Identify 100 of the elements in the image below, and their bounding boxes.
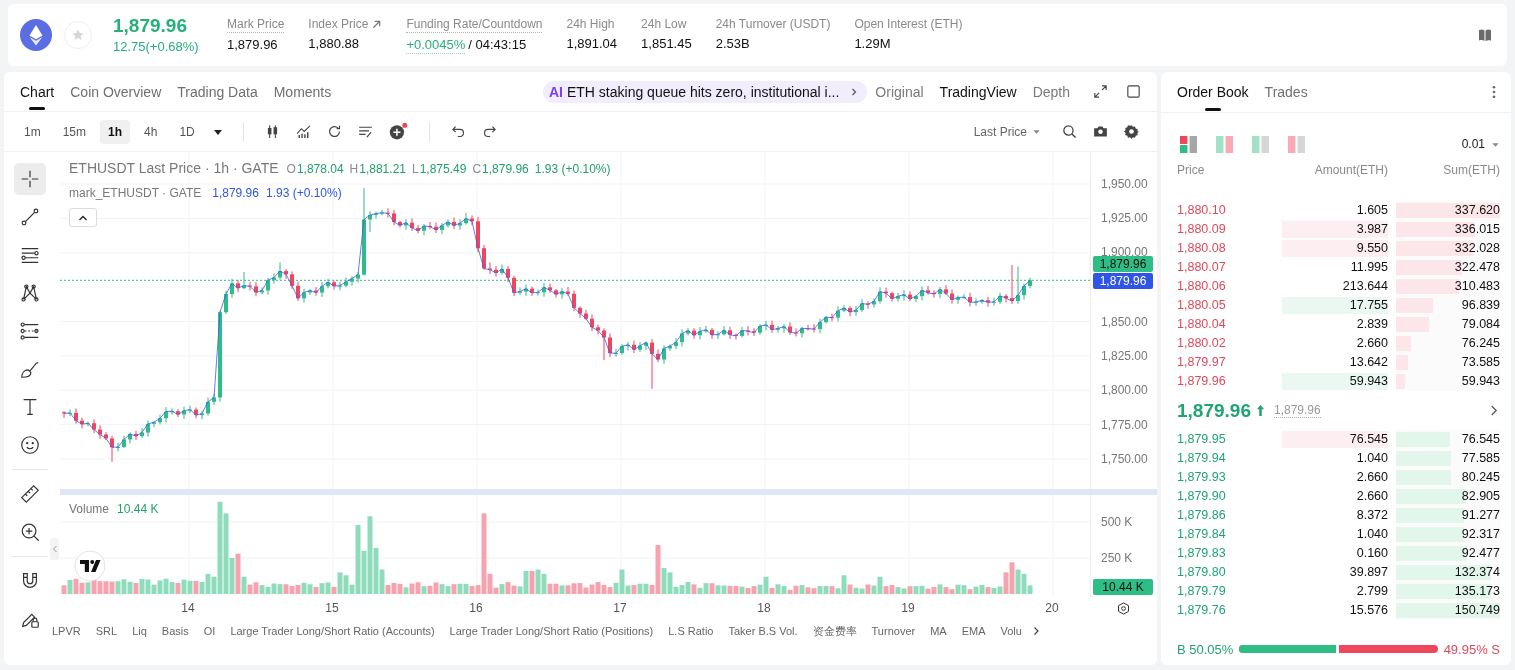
amount-cell-text: 2.660	[1355, 469, 1388, 486]
mark-price-tag: 1,879.96	[1093, 273, 1153, 290]
search-icon[interactable]	[1061, 123, 1078, 140]
chart-view-tab[interactable]: TradingView	[939, 83, 1017, 100]
ask-price[interactable]: 1,879.96	[1177, 373, 1282, 390]
bid-price[interactable]: 1,879.90	[1177, 488, 1282, 505]
indicator-item[interactable]: Large Trader Long/Short Ratio (Accounts)	[230, 625, 435, 637]
indicator-item[interactable]: SRL	[95, 625, 118, 637]
column-header: Price	[1177, 162, 1206, 178]
ask-price[interactable]: 1,880.06	[1177, 278, 1282, 295]
indicator-item[interactable]: OI	[203, 625, 216, 637]
indicator-item[interactable]: EMA	[961, 625, 986, 637]
order-book-tab[interactable]: Trades	[1264, 72, 1308, 112]
interval-button[interactable]: 4h	[136, 119, 166, 144]
interval-button[interactable]: 1h	[100, 119, 131, 144]
sum-cell: 132.374	[1454, 564, 1500, 581]
ask-price[interactable]: 1,880.04	[1177, 316, 1282, 333]
precision-dropdown[interactable]: 0.01	[1461, 137, 1500, 151]
sum-cell: 92.317	[1461, 526, 1500, 543]
indicator-item[interactable]: 资金费率	[812, 623, 857, 639]
chart-tab[interactable]: Coin Overview	[70, 72, 162, 111]
order-book-tab[interactable]: Order Book	[1177, 72, 1249, 112]
sum-cell: 322.478	[1454, 259, 1500, 276]
bid-price[interactable]: 1,879.86	[1177, 507, 1282, 524]
stat-label[interactable]: Index Price	[308, 16, 369, 32]
indicator-item[interactable]: LPVR	[52, 625, 81, 637]
volume-label: Volume	[69, 502, 110, 516]
ask-price[interactable]: 1,879.97	[1177, 354, 1282, 371]
add-indicator-icon[interactable]	[387, 122, 409, 141]
chevron-left-icon	[51, 544, 58, 554]
chart-logo-icon[interactable]	[74, 550, 106, 582]
indicator-item[interactable]: L.S Ratio	[668, 625, 714, 637]
settings-icon[interactable]	[1123, 123, 1140, 140]
sum-cell: 336.015	[1454, 221, 1500, 238]
chart-tab[interactable]: Chart	[20, 72, 55, 111]
time-axis-label: 19	[901, 601, 915, 615]
zoom-in-icon	[19, 521, 41, 543]
bid-price[interactable]: 1,879.94	[1177, 450, 1282, 467]
indicator-item[interactable]: Taker B.S Vol.	[728, 625, 798, 637]
interval-button[interactable]: 1D	[171, 119, 203, 144]
ask-price[interactable]: 1,880.05	[1177, 297, 1282, 314]
collapse-handle[interactable]	[50, 538, 59, 560]
indicator-item[interactable]: Large Trader Long/Short Ratio (Positions)	[449, 625, 654, 637]
ask-price[interactable]: 1,880.08	[1177, 240, 1282, 257]
sum-cell: 91.277	[1461, 507, 1500, 524]
expand-icon[interactable]	[1092, 83, 1109, 100]
sum-cell: 59.943	[1461, 373, 1500, 390]
price-type-dropdown[interactable]: Last Price	[973, 124, 1041, 139]
sum-cell: 96.839	[1461, 297, 1500, 314]
arrow-up-right-icon[interactable]	[371, 18, 383, 30]
sum-cell: 310.483	[1454, 278, 1500, 295]
indicator-item[interactable]: Basis	[161, 625, 189, 637]
indicator-item[interactable]: Liq	[132, 625, 147, 637]
indicator-item[interactable]: Volu	[1000, 625, 1022, 637]
fibonacci-icon	[19, 320, 41, 342]
chevron-right-icon[interactable]	[1489, 404, 1498, 417]
stat-label: 24h Turnover (USDT)	[715, 16, 831, 32]
stat-label: Mark Price	[227, 16, 285, 33]
chart-view-tab[interactable]: Depth	[1032, 83, 1070, 100]
amount-cell-text: 13.642	[1348, 354, 1388, 371]
undo-icon[interactable]	[449, 123, 467, 140]
mark-symbol-title: mark_ETHUSDT · GATE	[69, 186, 202, 200]
sum-cell: 73.585	[1461, 354, 1500, 371]
interval-button[interactable]: 1m	[16, 119, 49, 144]
indicator-item[interactable]: Turnover	[871, 625, 916, 637]
ask-price[interactable]: 1,880.02	[1177, 335, 1282, 352]
both-sides-view-icon[interactable]	[1180, 135, 1197, 153]
last-price: 1,879.96	[113, 15, 187, 37]
bid-price[interactable]: 1,879.84	[1177, 526, 1282, 543]
axis-settings-icon[interactable]	[1116, 601, 1131, 616]
chart-tab[interactable]: Moments	[273, 72, 332, 111]
amount-cell: 76.545	[1282, 431, 1388, 448]
ohlc-value: O1,878.04	[286, 162, 344, 176]
price-axis-label: 1,750.00	[1101, 452, 1148, 466]
stat-value: 1,880.88	[308, 35, 359, 52]
time-axis-label: 17	[613, 601, 627, 615]
price-axis-label: 1,800.00	[1101, 383, 1148, 398]
chart-tab[interactable]: Trading Data	[177, 72, 258, 111]
bid-price[interactable]: 1,879.79	[1177, 583, 1282, 600]
amount-cell-text: 0.160	[1355, 545, 1388, 562]
legend-collapse-button[interactable]	[69, 208, 97, 227]
buy-ratio: B 50.05%	[1177, 641, 1234, 657]
more-icon[interactable]	[1492, 85, 1496, 99]
indicators-icon[interactable]	[294, 123, 312, 140]
bid-price[interactable]: 1,879.80	[1177, 564, 1282, 581]
volume-axis-label: 500 K	[1101, 515, 1133, 529]
news-pill[interactable]: AI ETH staking queue hits zero, institutional i...	[543, 80, 868, 103]
bid-price[interactable]: 1,879.93	[1177, 469, 1282, 486]
interval-button[interactable]: 15m	[54, 119, 94, 144]
window-icon[interactable]	[1125, 83, 1142, 100]
bid-price[interactable]: 1,879.83	[1177, 545, 1282, 562]
ask-price[interactable]: 1,880.09	[1177, 221, 1282, 238]
bid-price[interactable]: 1,879.95	[1177, 431, 1282, 448]
amount-cell-text: 2.660	[1355, 335, 1388, 352]
chart-view-tab[interactable]: Original	[875, 83, 924, 100]
last-price-tag: 1,879.96	[1093, 256, 1153, 273]
indicator-item[interactable]: MA	[930, 625, 947, 637]
ask-price[interactable]: 1,880.10	[1177, 202, 1282, 219]
ask-price[interactable]: 1,880.07	[1177, 259, 1282, 276]
bid-price[interactable]: 1,879.76	[1177, 602, 1282, 619]
